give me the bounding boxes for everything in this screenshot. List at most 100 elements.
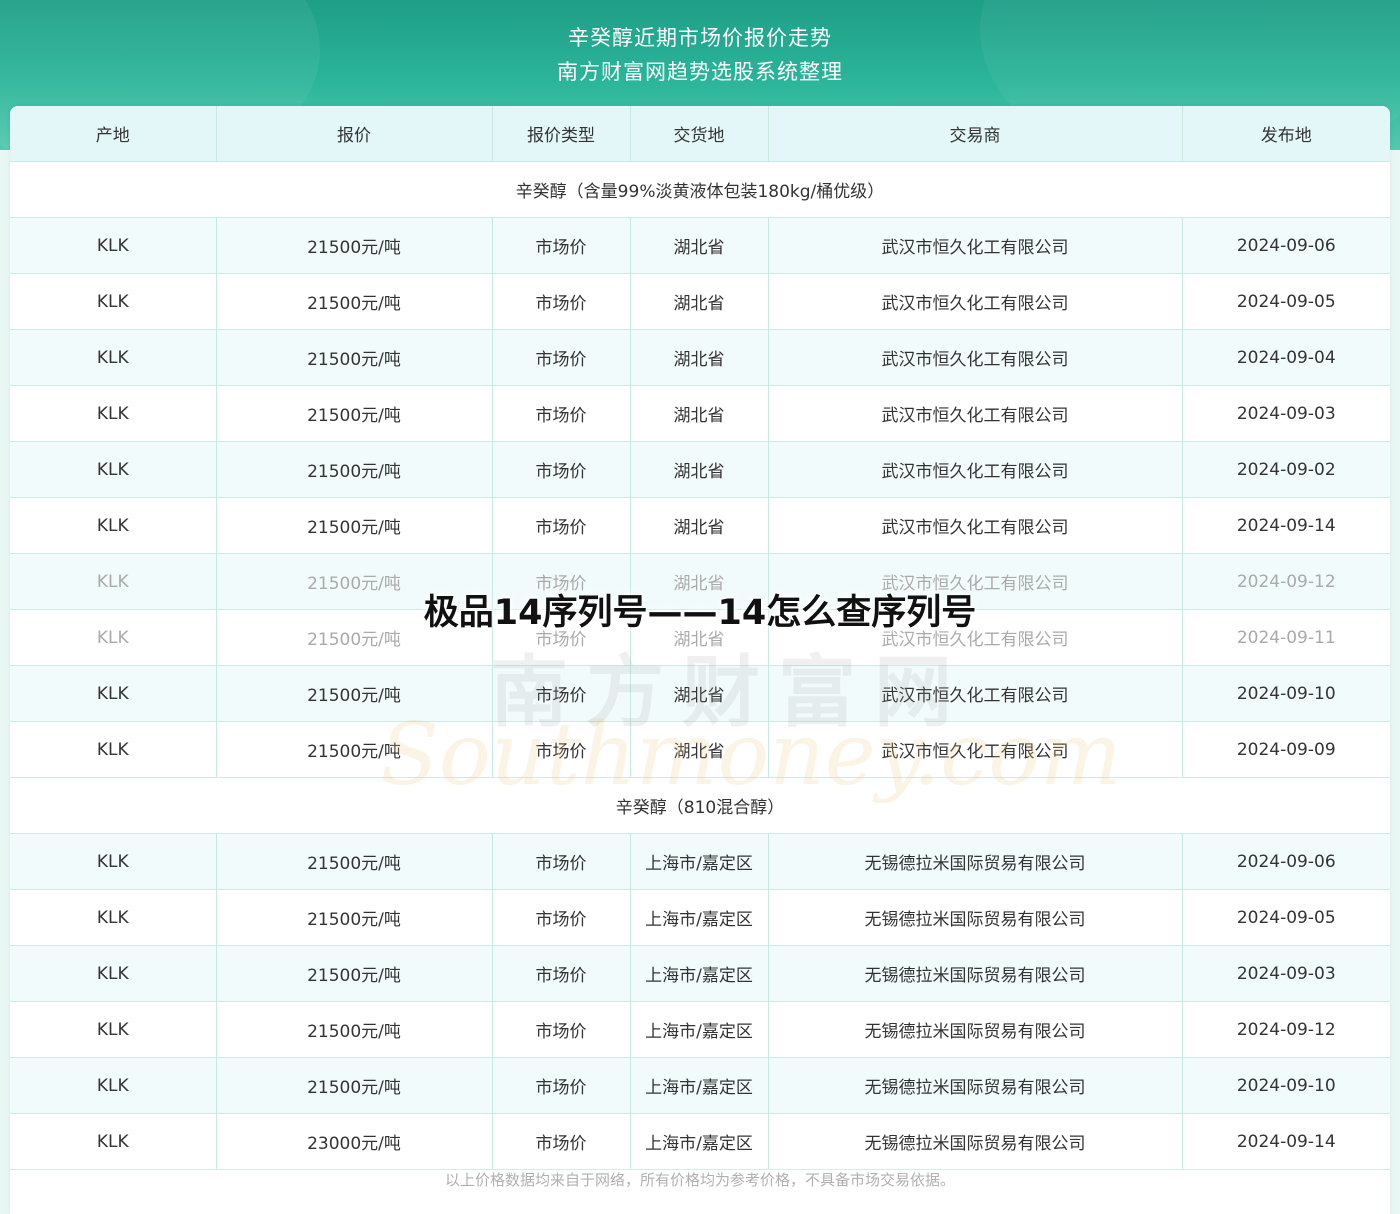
table-row: KLK 21500元/吨 市场价 上海市/嘉定区 无锡德拉米国际贸易有限公司 2024-0… <box>10 889 1390 946</box>
cell-date: 2024-09-12 <box>1182 1001 1390 1058</box>
cell-price-type: 市场价 <box>492 385 631 442</box>
table-row: KLK 21500元/吨 市场价 湖北省 武汉市恒久化工有限公司 2024-09-06 <box>10 217 1390 274</box>
cell-date: 2024-09-04 <box>1182 329 1390 386</box>
cell-date: 2024-09-03 <box>1182 945 1390 1002</box>
table-row: KLK 21500元/吨 市场价 湖北省 武汉市恒久化工有限公司 2024-09-05 <box>10 273 1390 330</box>
cell-price-type: 市场价 <box>492 665 631 722</box>
table-header-row: 产地 报价 报价类型 交货地 交易商 发布地 <box>10 106 1390 162</box>
cell-date: 2024-09-09 <box>1182 721 1390 778</box>
cell-date: 2024-09-14 <box>1182 497 1390 554</box>
overlay-title: 极品14序列号——14怎么查序列号 <box>423 593 977 633</box>
cell-price-type: 市场价 <box>492 889 631 946</box>
cell-date: 2024-09-03 <box>1182 385 1390 442</box>
cell-price: 21500元/吨 <box>216 273 493 330</box>
cell-origin: KLK <box>10 385 217 442</box>
cell-date: 2024-09-05 <box>1182 889 1390 946</box>
cell-origin: KLK <box>10 1001 217 1058</box>
cell-origin: KLK <box>10 721 217 778</box>
cell-origin: KLK <box>10 665 217 722</box>
cell-trader: 无锡德拉米国际贸易有限公司 <box>768 1113 1183 1170</box>
cell-trader: 武汉市恒久化工有限公司 <box>768 385 1183 442</box>
cell-delivery: 湖北省 <box>630 273 769 330</box>
cell-trader: 武汉市恒久化工有限公司 <box>768 665 1183 722</box>
cell-date: 2024-09-06 <box>1182 217 1390 274</box>
footer-note: 以上价格数据均来自于网络，所有价格均为参考价格，不具备市场交易依据。 <box>444 1171 955 1189</box>
cell-origin: KLK <box>10 833 217 890</box>
cell-delivery: 湖北省 <box>630 665 769 722</box>
cell-date: 2024-09-05 <box>1182 273 1390 330</box>
cell-price-type: 市场价 <box>492 441 631 498</box>
cell-trader: 无锡德拉米国际贸易有限公司 <box>768 1001 1183 1058</box>
cell-delivery: 湖北省 <box>630 441 769 498</box>
cell-origin: KLK <box>10 273 217 330</box>
table-row: KLK 21500元/吨 市场价 上海市/嘉定区 无锡德拉米国际贸易有限公司 2024-0… <box>10 1057 1390 1114</box>
table-body: 辛癸醇（含量99%淡黄液体包装180kg/桶优级） KLK 21500元/吨 市场价湖… <box>10 161 1390 1170</box>
column-header-origin: 产地 <box>10 106 217 162</box>
cell-date: 2024-09-02 <box>1182 441 1390 498</box>
group-header-row: 辛癸醇（含量99%淡黄液体包装180kg/桶优级） <box>10 161 1390 218</box>
cell-trader: 武汉市恒久化工有限公司 <box>768 217 1183 274</box>
table-row: KLK 21500元/吨 市场价 湖北省 武汉市恒久化工有限公司 2024-09-10 <box>10 665 1390 722</box>
cell-price: 21500元/吨 <box>216 385 493 442</box>
cell-date: 2024-09-06 <box>1182 833 1390 890</box>
table-row: KLK 21500元/吨 市场价 湖北省 武汉市恒久化工有限公司 2024-09-09 <box>10 721 1390 778</box>
cell-price-type: 市场价 <box>492 329 631 386</box>
cell-origin: KLK <box>10 945 217 1002</box>
table-row: KLK 23000元/吨 市场价 上海市/嘉定区 无锡德拉米国际贸易有限公司 2024-0… <box>10 1113 1390 1170</box>
cell-trader: 无锡德拉米国际贸易有限公司 <box>768 1057 1183 1114</box>
cell-price: 21500元/吨 <box>216 665 493 722</box>
banner-title: 辛癸醇近期市场价报价走势 <box>568 26 832 50</box>
cell-price-type: 市场价 <box>492 273 631 330</box>
price-table: 产地 报价 报价类型 交货地 交易商 发布地 辛癸醇（含量99%淡黄液体包装18… <box>10 106 1390 1170</box>
cell-delivery: 湖北省 <box>630 497 769 554</box>
cell-trader: 无锡德拉米国际贸易有限公司 <box>768 889 1183 946</box>
cell-price: 21500元/吨 <box>216 441 493 498</box>
cell-delivery: 湖北省 <box>630 329 769 386</box>
cell-date: 2024-09-10 <box>1182 665 1390 722</box>
cell-price: 21500元/吨 <box>216 721 493 778</box>
cell-price: 21500元/吨 <box>216 889 493 946</box>
cell-price-type: 市场价 <box>492 721 631 778</box>
cell-price: 21500元/吨 <box>216 945 493 1002</box>
cell-date: 2024-09-10 <box>1182 1057 1390 1114</box>
cell-price: 21500元/吨 <box>216 1001 493 1058</box>
cell-trader: 武汉市恒久化工有限公司 <box>768 441 1183 498</box>
cell-price-type: 市场价 <box>492 497 631 554</box>
table-row: KLK 21500元/吨 市场价 上海市/嘉定区 无锡德拉米国际贸易有限公司 2024-0… <box>10 833 1390 890</box>
cell-price: 23000元/吨 <box>216 1113 493 1170</box>
cell-delivery: 湖北省 <box>630 385 769 442</box>
cell-price-type: 市场价 <box>492 1057 631 1114</box>
cell-origin: KLK <box>10 217 217 274</box>
column-header-publish: 发布地 <box>1182 106 1390 162</box>
cell-delivery: 上海市/嘉定区 <box>630 1057 769 1114</box>
cell-origin: KLK <box>10 497 217 554</box>
column-header-delivery: 交货地 <box>630 106 769 162</box>
column-header-price: 报价 <box>216 106 493 162</box>
cell-price-type: 市场价 <box>492 945 631 1002</box>
table-row: KLK 21500元/吨 市场价 湖北省 武汉市恒久化工有限公司 2024-09-04 <box>10 329 1390 386</box>
cell-trader: 武汉市恒久化工有限公司 <box>768 273 1183 330</box>
column-header-trader: 交易商 <box>768 106 1183 162</box>
cell-trader: 武汉市恒久化工有限公司 <box>768 721 1183 778</box>
cell-price-type: 市场价 <box>492 1113 631 1170</box>
cell-origin: KLK <box>10 1113 217 1170</box>
cell-trader: 武汉市恒久化工有限公司 <box>768 497 1183 554</box>
table-row: KLK 21500元/吨 市场价 上海市/嘉定区 无锡德拉米国际贸易有限公司 2024-0… <box>10 945 1390 1002</box>
group-title: 辛癸醇（含量99%淡黄液体包装180kg/桶优级） <box>10 161 1390 218</box>
cell-price: 21500元/吨 <box>216 217 493 274</box>
cell-origin: KLK <box>10 329 217 386</box>
cell-price: 21500元/吨 <box>216 833 493 890</box>
cell-delivery: 湖北省 <box>630 217 769 274</box>
cell-delivery: 上海市/嘉定区 <box>630 889 769 946</box>
cell-date: 2024-09-14 <box>1182 1113 1390 1170</box>
cell-delivery: 湖北省 <box>630 721 769 778</box>
cell-origin: KLK <box>10 889 217 946</box>
cell-delivery: 上海市/嘉定区 <box>630 945 769 1002</box>
table-row: KLK 21500元/吨 市场价 湖北省 武汉市恒久化工有限公司 2024-09-02 <box>10 441 1390 498</box>
banner-subtitle: 南方财富网趋势选股系统整理 <box>557 60 843 84</box>
column-header-price-type: 报价类型 <box>492 106 631 162</box>
cell-origin: KLK <box>10 441 217 498</box>
cell-price: 21500元/吨 <box>216 497 493 554</box>
cell-trader: 无锡德拉米国际贸易有限公司 <box>768 833 1183 890</box>
cell-delivery: 上海市/嘉定区 <box>630 833 769 890</box>
